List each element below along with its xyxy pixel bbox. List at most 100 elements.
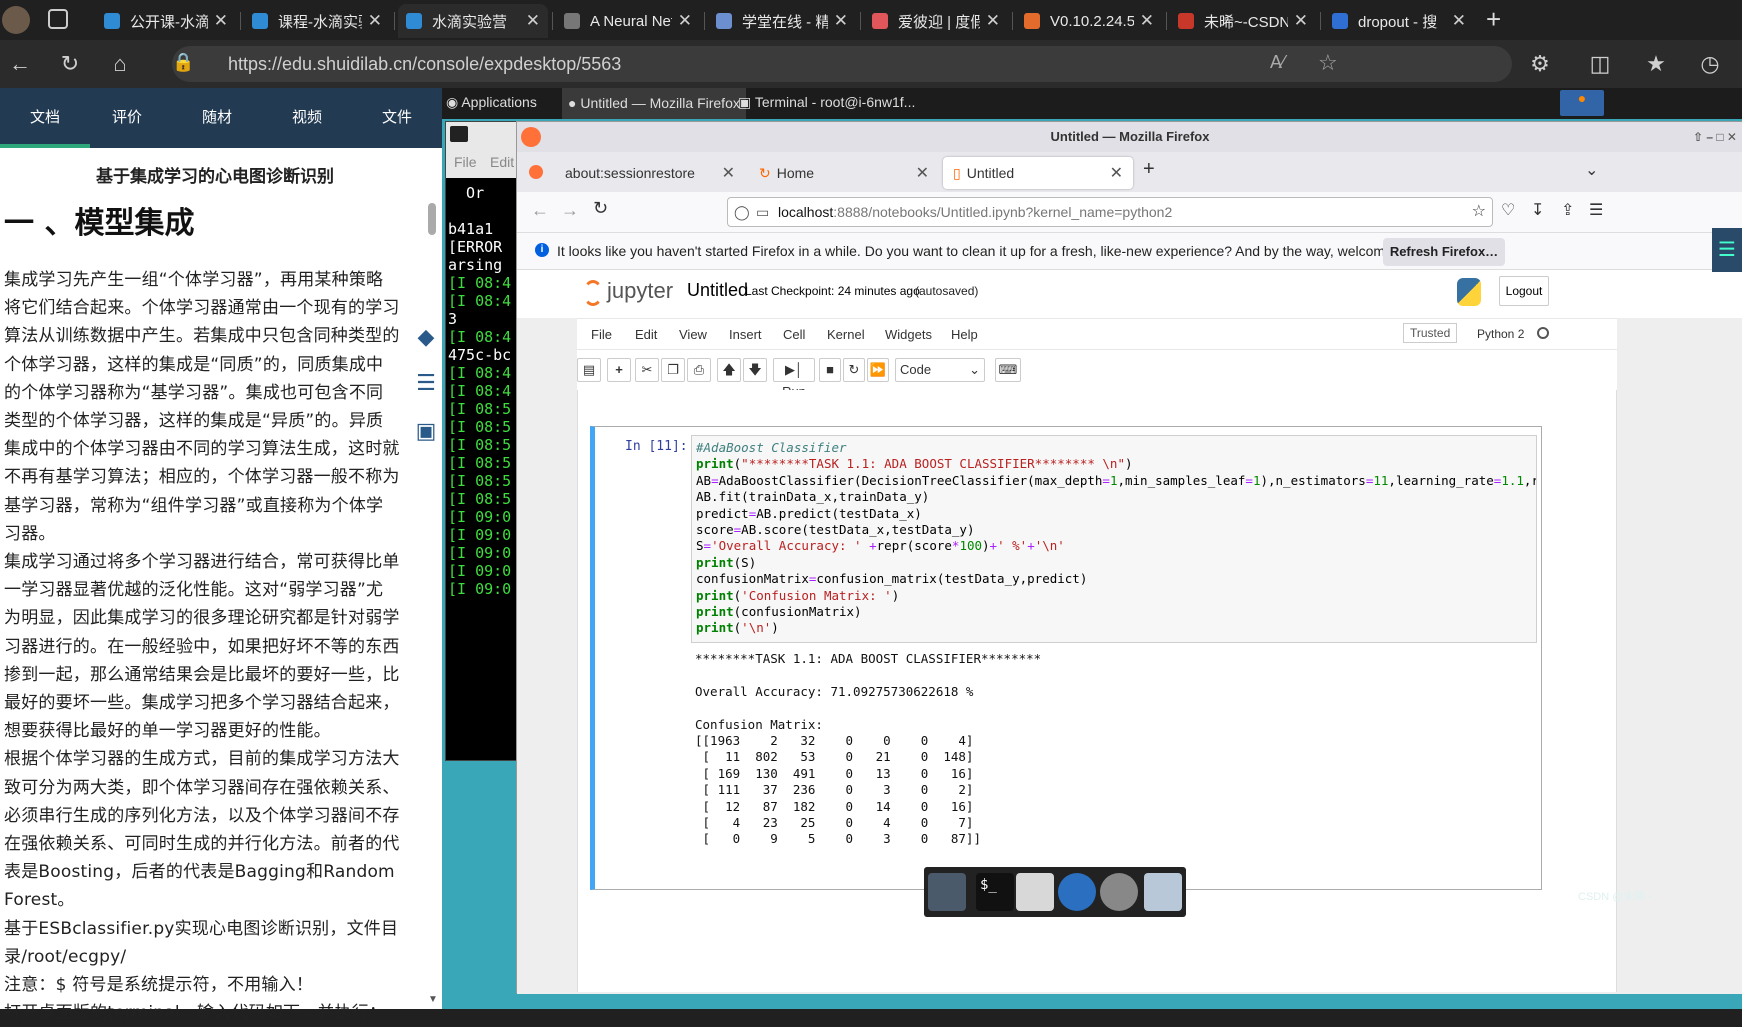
profile-avatar[interactable] [2, 6, 30, 34]
history-icon[interactable]: ◷ [1694, 48, 1726, 80]
bookmark-star-icon[interactable]: ☆ [1472, 198, 1486, 226]
cell-type-select[interactable]: Code ⌄ [895, 358, 985, 382]
tab-list-icon[interactable]: ⌄ [1585, 160, 1598, 180]
browser-tab[interactable]: V0.10.2.24.5_ ✕ [1016, 4, 1162, 38]
save-icon[interactable]: ▤ [577, 358, 601, 382]
paste-icon[interactable]: ⎙ [687, 358, 711, 382]
code-cell[interactable]: In [11]: #AdaBoost Classifier print("***… [590, 426, 1542, 890]
nav-tab-review[interactable]: 评价 [82, 88, 172, 148]
browser-tab[interactable]: 水滴实验营 ✕ [398, 4, 548, 38]
close-icon[interactable]: ✕ [368, 11, 382, 31]
nav-tab-material[interactable]: 随材 [172, 88, 262, 148]
ff-back-icon[interactable]: ← [531, 200, 549, 221]
run-button[interactable]: ▶│ Run [773, 358, 815, 399]
ff-reload-icon[interactable]: ↻ [593, 198, 608, 219]
browser-tab[interactable]: 学堂在线 - 精 ✕ [708, 4, 856, 38]
favorite-icon[interactable]: ☆ [1318, 50, 1338, 76]
menu-view[interactable]: View [679, 327, 707, 342]
menu-file[interactable]: File [591, 327, 612, 342]
cut-icon[interactable]: ✂ [635, 358, 659, 382]
close-icon[interactable]: ✕ [1294, 11, 1308, 31]
split-screen-icon[interactable]: ◫ [1584, 48, 1616, 80]
menu-help[interactable]: Help [951, 327, 978, 342]
scroll-down-arrow[interactable]: ▼ [428, 994, 438, 1005]
menu-cell[interactable]: Cell [783, 327, 805, 342]
collections-icon[interactable] [48, 9, 68, 29]
jupyter-logo-icon[interactable] [583, 280, 603, 306]
url-field[interactable]: 🔒 https://edu.shuidilab.cn/console/expde… [172, 46, 1512, 82]
scroll-thumb[interactable] [428, 203, 436, 235]
browser-tab[interactable]: dropout - 搜 ✕ [1324, 4, 1474, 38]
ff-tab-untitled[interactable]: ▯ Untitled ✕ [943, 157, 1133, 189]
taskbar-firefox[interactable]: ● Untitled — Mozilla Firefox [562, 88, 746, 119]
menu-kernel[interactable]: Kernel [827, 327, 865, 342]
close-icon[interactable]: ✕ [526, 11, 540, 31]
downloads-icon[interactable]: ↧ [1531, 200, 1544, 220]
close-icon[interactable]: ✕ [678, 11, 692, 31]
close-icon[interactable]: ✕ [916, 163, 929, 183]
browser-tab[interactable]: A Neural Net ✕ [556, 4, 700, 38]
home-icon[interactable]: ⌂ [104, 48, 136, 80]
read-aloud-icon[interactable]: A⁄ [1270, 52, 1285, 73]
notebook-name[interactable]: Untitled [687, 280, 748, 301]
reload-icon[interactable]: ↻ [54, 48, 86, 80]
home-folder-icon[interactable] [1016, 873, 1054, 911]
new-tab-button[interactable]: + [1486, 4, 1501, 35]
close-icon[interactable]: ✕ [834, 11, 848, 31]
browser-tab[interactable]: 课程-水滴实验 ✕ [244, 4, 390, 38]
restart-icon[interactable]: ↻ [843, 358, 865, 382]
taskbar-terminal[interactable]: ▣ Terminal - root@i-6nw1f... [738, 94, 915, 111]
ff-forward-icon[interactable]: → [561, 200, 579, 221]
window-controls[interactable]: ⇧ – □ ✕ [1693, 122, 1737, 152]
pocket-icon[interactable]: ♡ [1501, 200, 1515, 220]
terminal-dock-icon[interactable]: $_ [976, 873, 1014, 911]
ff-tab-home[interactable]: ↻ Home ✕ [749, 157, 939, 189]
favorites-icon[interactable]: ★ [1640, 48, 1672, 80]
nav-tab-file[interactable]: 文件 [352, 88, 442, 148]
copy-icon[interactable]: ❐ [661, 358, 685, 382]
terminal-window[interactable]: File Edit Or b41a1 [ERROR arsing [I 08:4 [I 0… [445, 121, 526, 761]
close-icon[interactable]: ✕ [986, 11, 1000, 31]
browser-tab[interactable]: 未晞~-CSDN ✕ [1170, 4, 1316, 38]
nav-tab-video[interactable]: 视频 [262, 88, 352, 148]
ff-tab-session[interactable]: about:sessionrestore ✕ [555, 157, 745, 189]
search-icon[interactable] [1100, 873, 1138, 911]
logout-button[interactable]: Logout [1499, 276, 1549, 306]
extensions-icon[interactable]: ⚙ [1524, 48, 1556, 80]
close-icon[interactable]: ✕ [1110, 163, 1123, 183]
close-icon[interactable]: ✕ [214, 11, 228, 31]
browser-tab[interactable]: 爱彼迎 | 度假 ✕ [864, 4, 1008, 38]
close-icon[interactable]: ✕ [1452, 11, 1466, 31]
ff-new-tab-button[interactable]: + [1143, 158, 1155, 181]
back-icon[interactable]: ← [4, 48, 36, 80]
menu-widgets[interactable]: Widgets [885, 327, 932, 342]
menu-insert[interactable]: Insert [729, 327, 762, 342]
document-scrollbar[interactable] [428, 203, 438, 1023]
applications-menu[interactable]: ◉ Applications [446, 94, 537, 111]
terminal-menu-file[interactable]: File [454, 154, 477, 170]
folder-icon[interactable] [1144, 873, 1182, 911]
show-desktop-icon[interactable] [928, 873, 966, 911]
jupyter-logo-text[interactable]: jupyter [607, 278, 673, 304]
firefox-tray-icon[interactable]: ● [1560, 90, 1604, 116]
close-icon[interactable]: ✕ [1140, 11, 1154, 31]
stop-icon[interactable]: ■ [819, 358, 841, 382]
web-browser-icon[interactable] [1058, 873, 1096, 911]
hamburger-menu-icon[interactable]: ☰ [1589, 200, 1603, 220]
add-cell-icon[interactable]: + [607, 358, 631, 382]
move-down-icon[interactable]: 🡇 [743, 358, 767, 382]
keyboard-icon[interactable]: ⌨ [995, 358, 1021, 382]
share-icon[interactable]: ⇪ [1561, 200, 1574, 220]
browser-tab[interactable]: 公开课-水滴实 ✕ [96, 4, 236, 38]
trusted-indicator[interactable]: Trusted [1403, 323, 1458, 343]
side-menu-icon[interactable]: ☰ [1712, 228, 1742, 272]
move-up-icon[interactable]: 🡅 [717, 358, 741, 382]
refresh-firefox-button[interactable]: Refresh Firefox… [1383, 238, 1505, 266]
close-icon[interactable]: ✕ [722, 163, 735, 183]
terminal-menu-edit[interactable]: Edit [490, 154, 514, 170]
nav-tab-doc[interactable]: 文档 [0, 88, 90, 148]
fast-forward-icon[interactable]: ⏩ [867, 358, 889, 382]
menu-edit[interactable]: Edit [635, 327, 657, 342]
ff-url-field[interactable]: ◯ ▭ localhost:8888/notebooks/Untitled.ip… [727, 197, 1493, 227]
code-editor[interactable]: #AdaBoost Classifier print("********TASK… [691, 435, 1537, 643]
